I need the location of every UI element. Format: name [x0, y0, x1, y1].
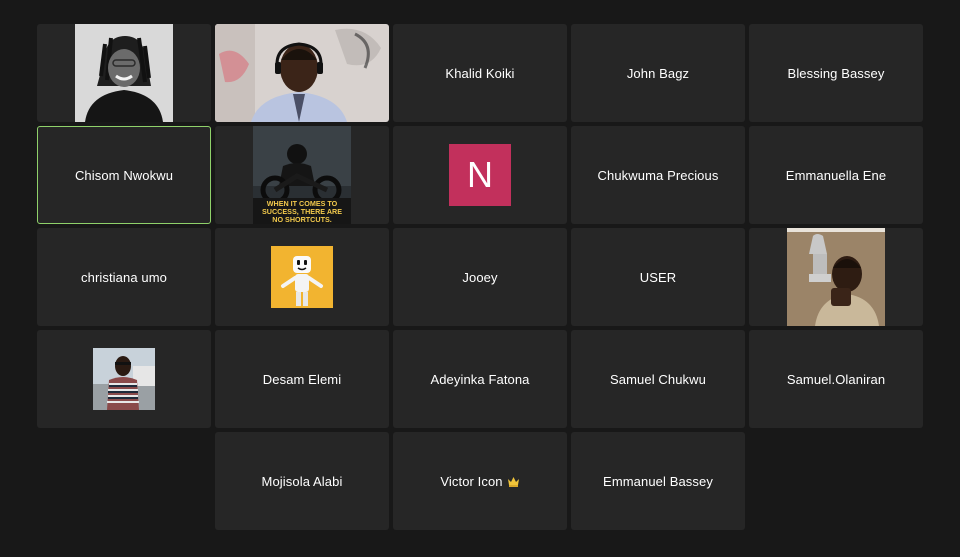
participant-name: Khalid Koiki: [445, 65, 515, 81]
participant-tile[interactable]: Samuel.Olaniran: [749, 330, 923, 428]
participant-name: Samuel.Olaniran: [786, 371, 886, 387]
svg-text:NO SHORTCUTS.: NO SHORTCUTS.: [272, 215, 332, 224]
participant-tile[interactable]: Emmanuel Bassey: [571, 432, 745, 530]
participant-name: USER: [639, 269, 677, 285]
participant-tile-photo[interactable]: [749, 228, 923, 326]
participant-name: Desam Elemi: [262, 371, 342, 387]
participant-name: Blessing Bassey: [787, 65, 885, 81]
participant-tile-avatar[interactable]: [215, 228, 389, 326]
participant-tile-avatar[interactable]: [37, 330, 211, 428]
participant-tile-photo[interactable]: WHEN IT COMES TO SUCCESS, THERE ARE NO S…: [215, 126, 389, 224]
avatar-letter: N: [467, 154, 493, 195]
participant-tile[interactable]: Mojisola Alabi: [215, 432, 389, 530]
participant-name: John Bagz: [626, 65, 690, 81]
participant-tile[interactable]: christiana umo: [37, 228, 211, 326]
participant-name: Chisom Nwokwu: [74, 167, 174, 183]
meeting-gallery-view: Khalid Koiki John Bagz Blessing Bassey C…: [0, 0, 960, 557]
participant-tile[interactable]: Blessing Bassey: [749, 24, 923, 122]
participant-tile[interactable]: Desam Elemi: [215, 330, 389, 428]
participant-name: Chukwuma Precious: [597, 167, 719, 183]
participant-name: christiana umo: [81, 269, 167, 285]
crown-icon: [507, 476, 519, 487]
participant-tile[interactable]: Emmanuella Ene: [749, 126, 923, 224]
participant-video: [215, 24, 389, 122]
participant-tile-photo[interactable]: [37, 24, 211, 122]
participant-tile[interactable]: USER: [571, 228, 745, 326]
participant-name: Emmanuel Bassey: [603, 473, 713, 489]
participant-name-text: Victor Icon: [440, 473, 503, 489]
participant-tile[interactable]: Chukwuma Precious: [571, 126, 745, 224]
participant-name: Jooey: [462, 269, 498, 285]
participant-name: Emmanuella Ene: [785, 167, 887, 183]
participant-tile[interactable]: Samuel Chukwu: [571, 330, 745, 428]
participant-tile-active-speaker[interactable]: Chisom Nwokwu: [37, 126, 211, 224]
letter-avatar: N: [449, 144, 511, 206]
participant-tile-avatar[interactable]: N: [393, 126, 567, 224]
participant-avatar-photo: [93, 348, 155, 410]
participant-name: Adeyinka Fatona: [430, 371, 530, 387]
participant-tile-video[interactable]: [215, 24, 389, 122]
participant-photo: [787, 228, 885, 326]
participant-tile[interactable]: Adeyinka Fatona: [393, 330, 567, 428]
participant-tile[interactable]: Khalid Koiki: [393, 24, 567, 122]
participant-photo-poster: WHEN IT COMES TO SUCCESS, THERE ARE NO S…: [253, 126, 351, 224]
participant-name: Samuel Chukwu: [610, 371, 706, 387]
participant-name: Victor Icon: [440, 474, 519, 489]
marshmello-avatar-image: [271, 246, 333, 308]
participant-tile[interactable]: John Bagz: [571, 24, 745, 122]
participant-photo: [75, 24, 173, 122]
participant-tile[interactable]: Victor Icon: [393, 432, 567, 530]
participant-name: Mojisola Alabi: [261, 473, 343, 489]
participant-tile[interactable]: Jooey: [393, 228, 567, 326]
